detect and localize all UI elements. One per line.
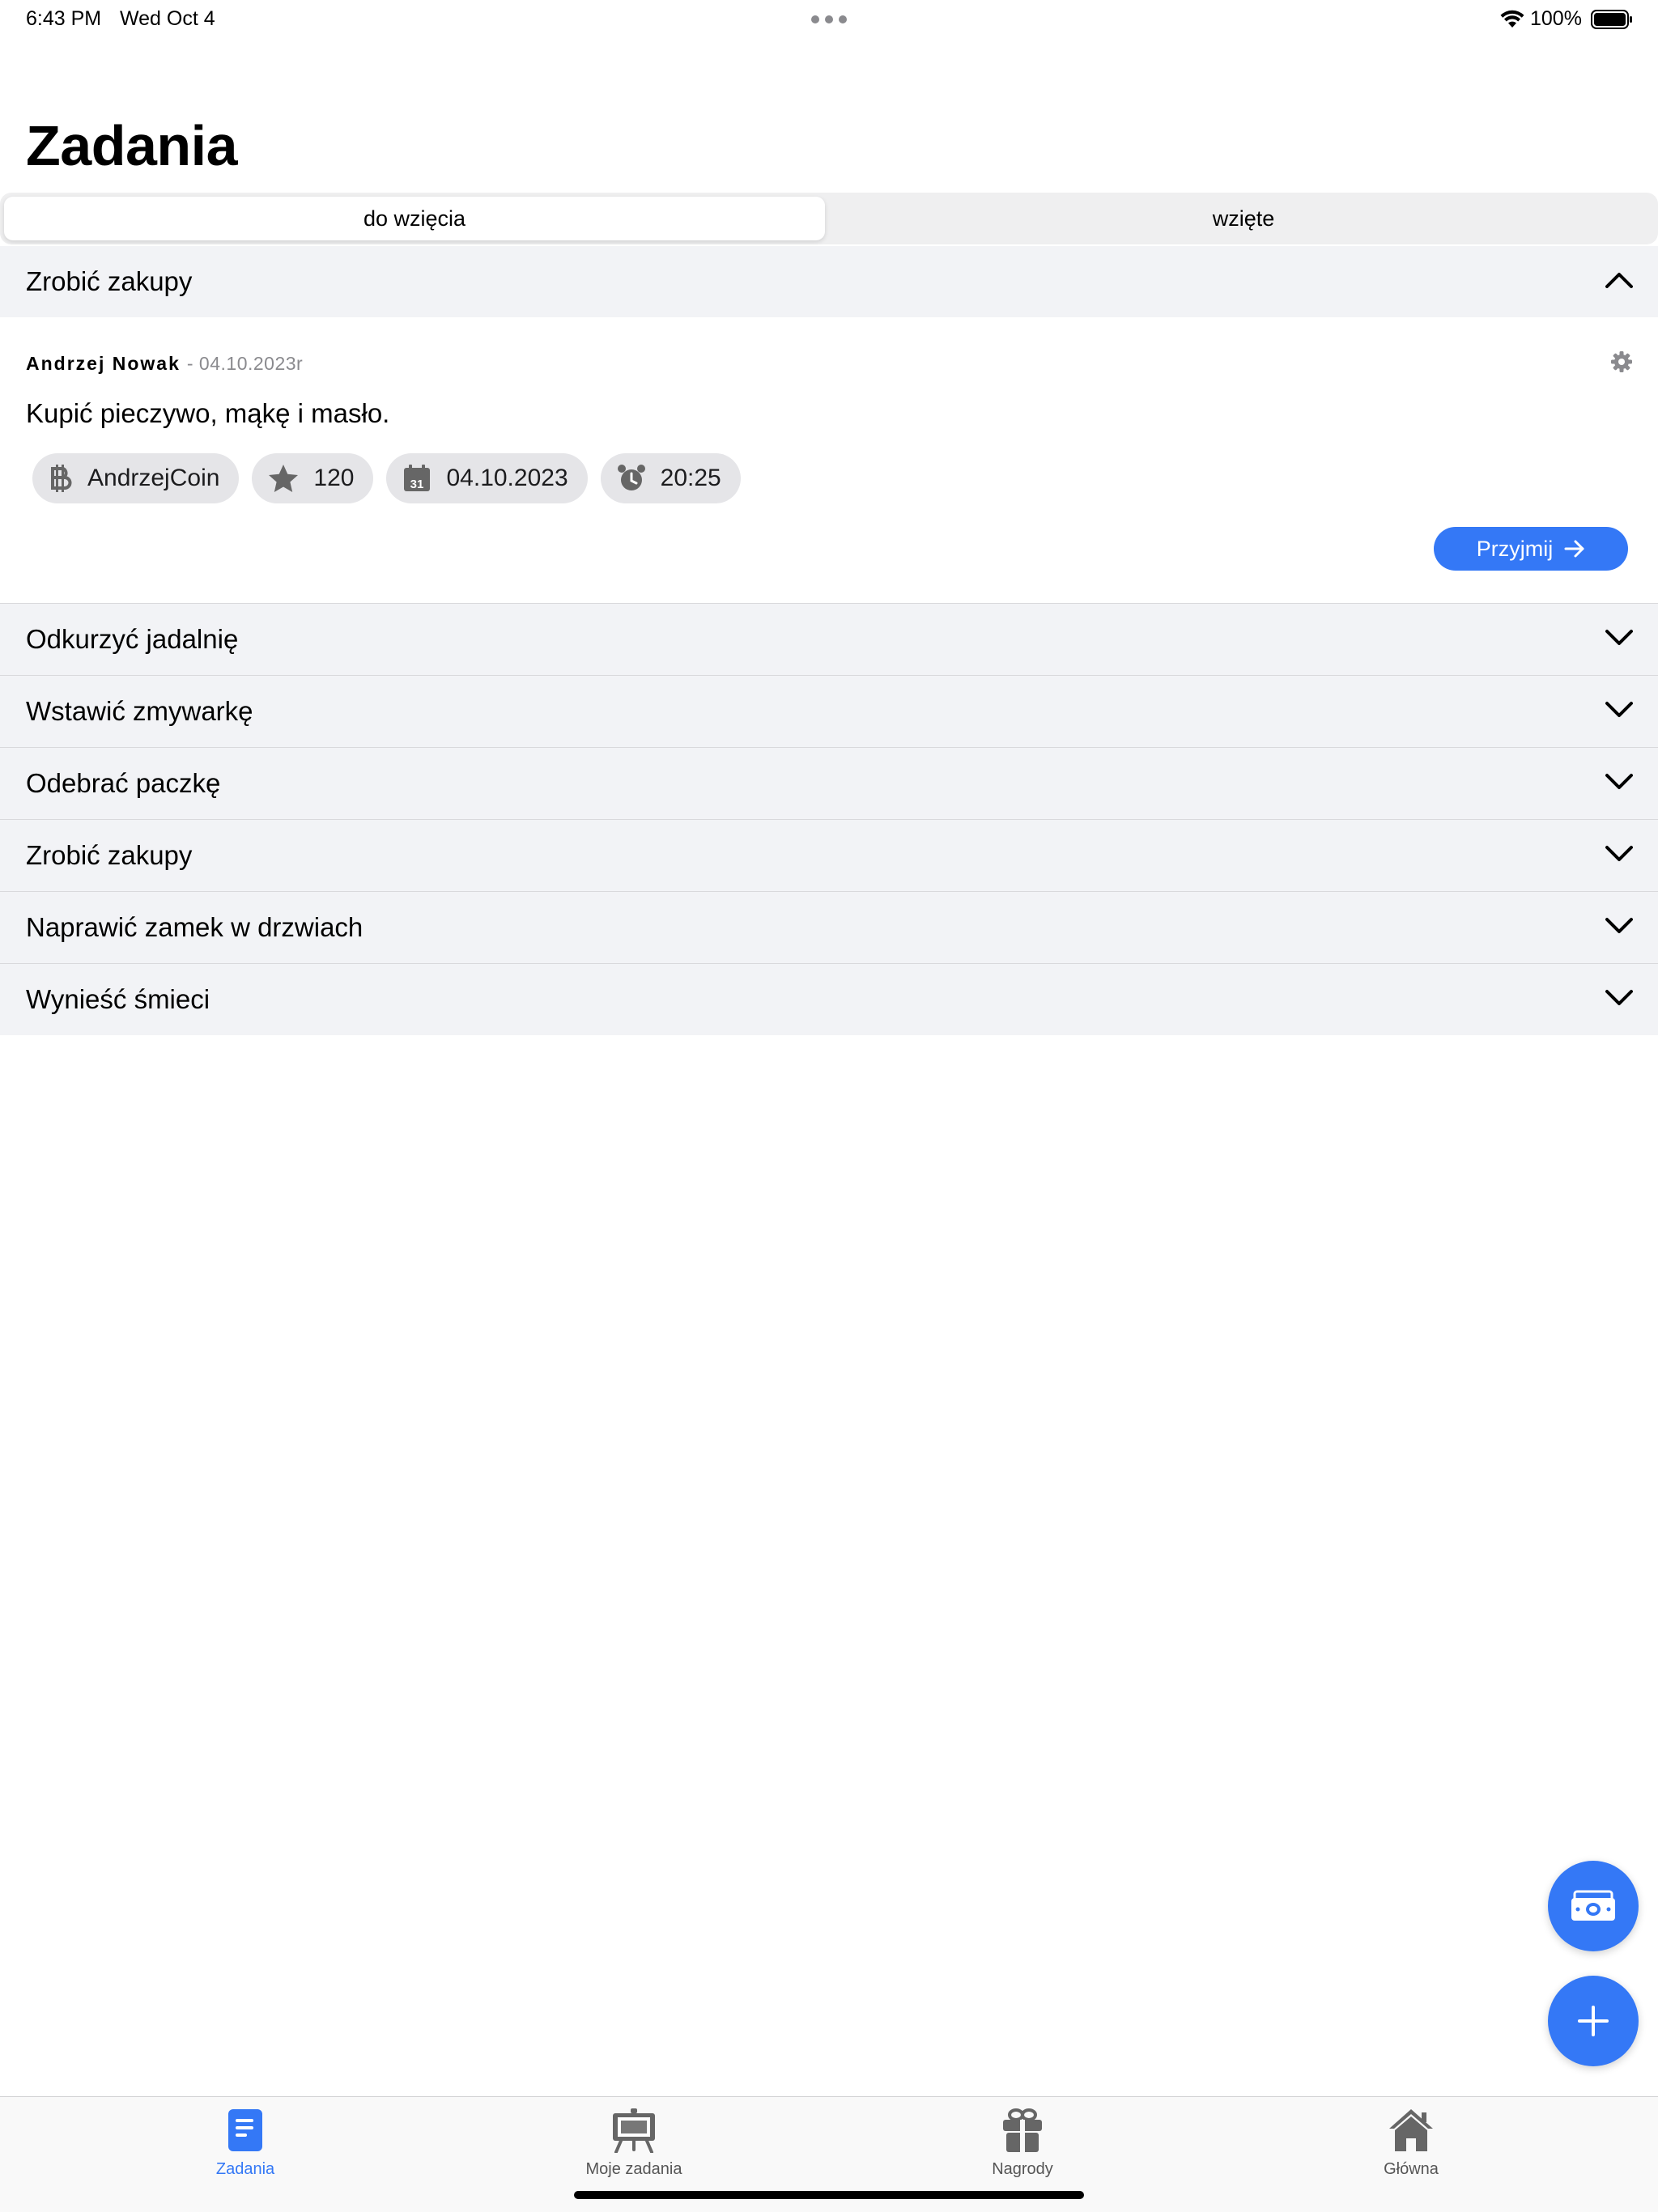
accordion-header[interactable]: Zrobić zakupy <box>0 820 1658 891</box>
chip-currency: AndrzejCoin <box>32 453 240 503</box>
task-title: Odkurzyć jadalnię <box>26 624 239 654</box>
status-date: Wed Oct 4 <box>120 7 215 30</box>
gift-icon <box>1003 2108 1042 2152</box>
tab-label: Główna <box>1384 2160 1439 2178</box>
home-indicator[interactable] <box>574 2191 1084 2199</box>
chip-points: 120 <box>252 453 374 503</box>
calendar-icon: 31 <box>404 465 431 491</box>
chevron-down-icon <box>1605 774 1633 789</box>
accordion-header[interactable]: Wynieść śmieci <box>0 964 1658 1035</box>
chevron-down-icon <box>1605 918 1633 933</box>
arrow-right-icon <box>1564 540 1584 558</box>
accordion-header[interactable]: Odebrać paczkę <box>0 748 1658 819</box>
easel-icon <box>613 2108 655 2153</box>
accordion-header[interactable]: Odkurzyć jadalnię <box>0 604 1658 675</box>
money-fab-button[interactable] <box>1548 1861 1639 1951</box>
battery-percentage: 100% <box>1530 7 1582 30</box>
segment-available[interactable]: do wzięcia <box>4 197 825 240</box>
accept-button[interactable]: Przyjmij <box>1434 527 1628 571</box>
chevron-down-icon <box>1605 990 1633 1005</box>
chevron-down-icon <box>1605 702 1633 717</box>
gear-icon[interactable] <box>1609 350 1634 374</box>
multitasking-dots-icon[interactable] <box>811 15 847 23</box>
wifi-icon <box>1500 10 1524 28</box>
task-title: Naprawić zamek w drzwiach <box>26 912 363 942</box>
tab-label: Nagrody <box>992 2160 1053 2178</box>
tab-nagrody[interactable]: Nagrody <box>942 2107 1103 2179</box>
chip-currency-label: AndrzejCoin <box>87 465 220 491</box>
task-description: Kupić pieczywo, mąkę i masło. <box>26 398 390 428</box>
accordion-header[interactable]: Naprawić zamek w drzwiach <box>0 892 1658 963</box>
chip-due-time-label: 20:25 <box>660 465 721 491</box>
status-time: 6:43 PM <box>26 7 102 30</box>
page-title: Zadania <box>26 114 238 177</box>
star-icon <box>269 465 299 492</box>
chip-points-label: 120 <box>313 465 355 491</box>
accordion-header-expanded[interactable]: Zrobić zakupy <box>0 246 1658 317</box>
status-bar: 6:43 PM Wed Oct 4 100% <box>0 0 1658 40</box>
task-title: Odebrać paczkę <box>26 768 221 798</box>
tab-glowna[interactable]: Główna <box>1330 2107 1492 2179</box>
chevron-down-icon <box>1605 846 1633 861</box>
add-task-button[interactable] <box>1548 1976 1639 2066</box>
document-icon <box>228 2109 262 2151</box>
chevron-up-icon <box>1605 273 1633 288</box>
segment-taken[interactable]: wzięte <box>833 197 1654 240</box>
chip-due-date-label: 04.10.2023 <box>446 465 568 491</box>
task-title: Zrobić zakupy <box>26 840 193 870</box>
task-details: Andrzej Nowak - 04.10.2023r Kupić pieczyw… <box>0 317 1658 603</box>
task-chips: AndrzejCoin 120 31 04.10.2023 20:25 <box>32 453 741 503</box>
task-date: - 04.10.2023r <box>186 353 304 374</box>
bitcoin-icon <box>51 465 72 492</box>
tab-label: Zadania <box>215 2160 275 2178</box>
segmented-control: do wzięcia wzięte <box>0 193 1658 244</box>
tab-zadania[interactable]: Zadania <box>164 2107 326 2179</box>
battery-icon <box>1591 10 1632 29</box>
plus-icon <box>1578 2006 1609 2036</box>
task-title: Wynieść śmieci <box>26 984 210 1014</box>
house-icon <box>1389 2109 1433 2151</box>
tab-label: Moje zadania <box>585 2160 682 2178</box>
banknote-icon <box>1571 1890 1615 1921</box>
task-title: Wstawić zmywarkę <box>26 696 253 726</box>
alarm-clock-icon <box>617 465 645 490</box>
accept-label: Przyjmij <box>1476 536 1554 561</box>
task-meta: Andrzej Nowak - 04.10.2023r <box>26 353 303 375</box>
accordion-header[interactable]: Wstawić zmywarkę <box>0 676 1658 747</box>
task-title: Zrobić zakupy <box>26 266 193 296</box>
chevron-down-icon <box>1605 630 1633 645</box>
tab-moje-zadania[interactable]: Moje zadania <box>553 2107 715 2179</box>
chip-due-date: 31 04.10.2023 <box>386 453 588 503</box>
chip-due-time: 20:25 <box>600 453 741 503</box>
svg-text:31: 31 <box>410 478 424 491</box>
task-author: Andrzej Nowak <box>26 353 181 374</box>
